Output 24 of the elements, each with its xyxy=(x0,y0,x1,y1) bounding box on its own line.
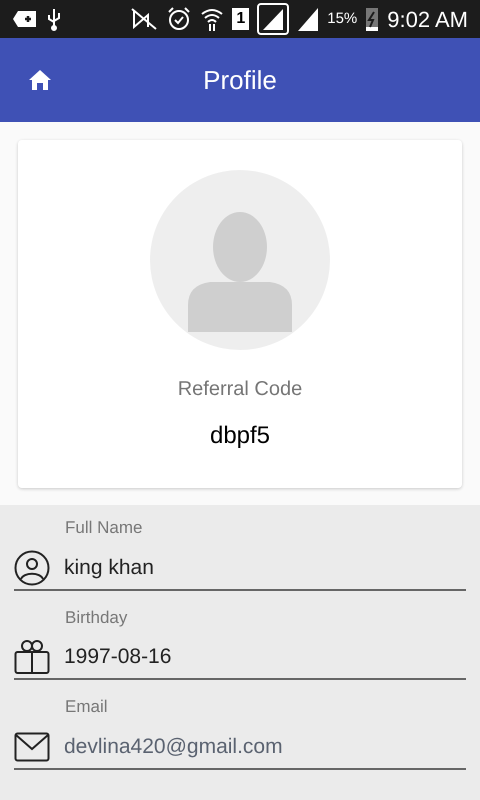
battery-percent: 15% xyxy=(327,8,358,29)
text-field[interactable]: king khan xyxy=(14,546,466,590)
signal-icon xyxy=(257,3,290,35)
battery-charging-icon xyxy=(365,6,380,32)
field-label: Email xyxy=(65,696,109,718)
user-circle-icon xyxy=(14,550,50,586)
gift-icon xyxy=(14,639,50,675)
signal-icon xyxy=(297,6,320,32)
plus-tag-icon xyxy=(12,9,38,29)
avatar-placeholder-icon xyxy=(150,170,330,350)
text-field[interactable]: 1997-08-16 xyxy=(14,636,466,680)
usb-icon xyxy=(46,7,62,31)
clock-time: 9:02 AM xyxy=(387,6,468,34)
envelope-icon xyxy=(14,732,50,762)
home-icon xyxy=(28,69,52,91)
mute-icon xyxy=(130,7,158,31)
referral-label: Referral Code xyxy=(178,377,302,402)
field-label: Birthday xyxy=(65,606,128,628)
referral-code: dbpf5 xyxy=(210,421,270,451)
wifi-icon xyxy=(200,6,224,32)
sim-card-label: 1 xyxy=(232,8,250,30)
page-title: Profile xyxy=(203,64,277,96)
field-label: Full Name xyxy=(65,517,144,539)
alarm-icon xyxy=(166,6,192,32)
